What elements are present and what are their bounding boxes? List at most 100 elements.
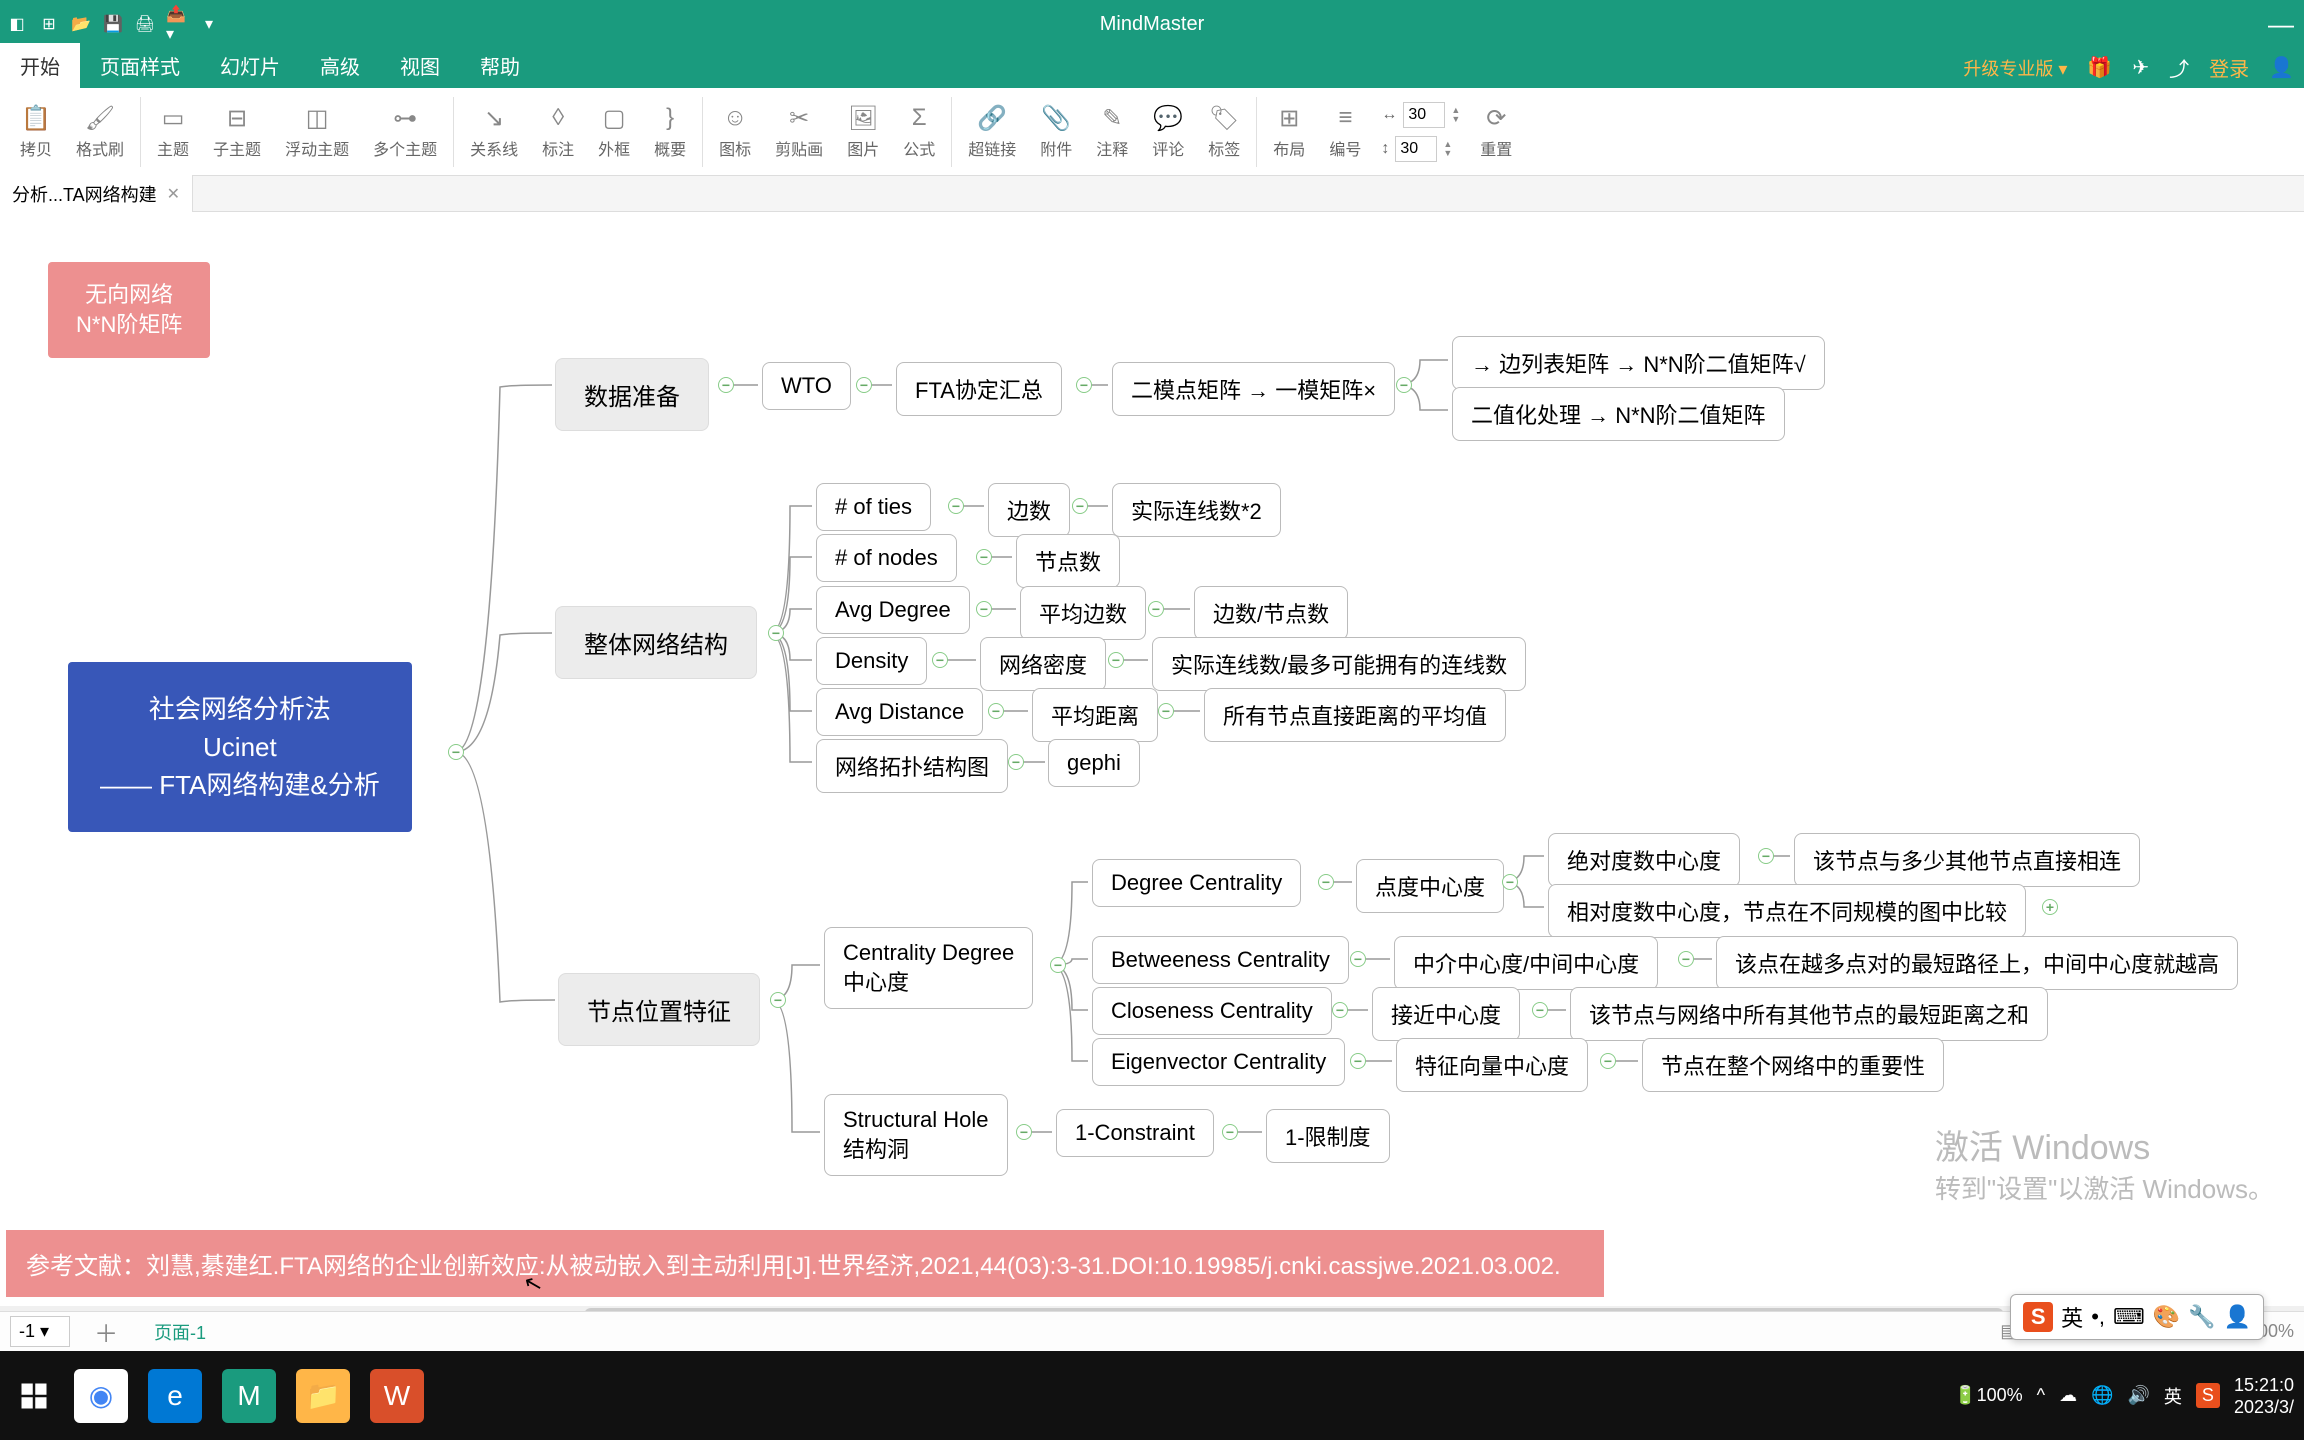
tray-network-icon[interactable]: 🌐 — [2091, 1385, 2113, 1406]
node-eigen2[interactable]: 特征向量中心度 — [1396, 1038, 1588, 1092]
node-avgdeg3[interactable]: 边数/节点数 — [1194, 586, 1348, 640]
export-icon[interactable]: 📤▾ — [166, 13, 188, 35]
tray-clock[interactable]: 15:21:02023/3/ — [2234, 1374, 2294, 1418]
node-degcent[interactable]: Degree Centrality — [1092, 859, 1301, 907]
expand-icon[interactable]: − — [718, 377, 734, 393]
node-density3[interactable]: 实际连线数/最多可能拥有的连线数 — [1152, 637, 1526, 691]
node-degcent2[interactable]: 点度中心度 — [1356, 859, 1504, 913]
tab-view[interactable]: 视图 — [380, 43, 460, 88]
rib-image[interactable]: 🖼图片 — [835, 104, 891, 160]
expand-icon[interactable]: − — [1008, 754, 1024, 770]
expand-icon[interactable]: − — [1148, 601, 1164, 617]
expand-icon[interactable]: − — [1222, 1124, 1238, 1140]
expand-icon[interactable]: − — [976, 549, 992, 565]
rib-link[interactable]: 🔗超链接 — [956, 104, 1028, 160]
node-twomode[interactable]: 二模点矩阵 → 一模矩阵× — [1112, 362, 1395, 416]
tray-sogou-icon[interactable]: S — [2196, 1383, 2220, 1408]
node-fta[interactable]: FTA协定汇总 — [896, 362, 1062, 416]
rib-multi[interactable]: ⊶多个主题 — [361, 104, 449, 160]
node-ties3[interactable]: 实际连线数*2 — [1112, 483, 1281, 537]
rib-topic[interactable]: ▭主题 — [145, 104, 201, 160]
ime-toolbar[interactable]: S 英 •, ⌨ 🎨 🔧 👤 — [2010, 1294, 2264, 1340]
start-button[interactable] — [14, 1376, 54, 1416]
node-cent[interactable]: Centrality Degree中心度 — [824, 927, 1033, 1009]
tray-cloud-icon[interactable]: ☁ — [2059, 1385, 2077, 1406]
rib-callout[interactable]: ◊标注 — [530, 104, 586, 160]
node-edge1[interactable]: → 边列表矩阵 → N*N阶二值矩阵√ — [1452, 336, 1825, 390]
expand-icon[interactable]: − — [770, 992, 786, 1008]
save-icon[interactable]: 💾 — [102, 13, 124, 35]
new-icon[interactable]: ⊞ — [38, 13, 60, 35]
node-hole[interactable]: Structural Hole结构洞 — [824, 1094, 1008, 1176]
expand-icon[interactable]: − — [1076, 377, 1092, 393]
rib-formula[interactable]: Σ公式 — [891, 104, 947, 160]
login-link[interactable]: 登录 — [2209, 53, 2249, 82]
taskbar-chrome[interactable]: ◉ — [74, 1369, 128, 1423]
send-icon[interactable]: ✈ — [2132, 55, 2149, 80]
node-avgdist3[interactable]: 所有节点直接距离的平均值 — [1204, 688, 1506, 742]
expand-icon[interactable]: − — [448, 744, 464, 760]
rib-relation[interactable]: ↘关系线 — [458, 104, 530, 160]
rib-clipart[interactable]: ✂剪贴画 — [763, 104, 835, 160]
expand-icon[interactable]: − — [1350, 951, 1366, 967]
node-avgdist2[interactable]: 平均距离 — [1032, 688, 1158, 742]
float-network[interactable]: 无向网络N*N阶矩阵 — [48, 262, 210, 358]
expand-icon[interactable]: − — [988, 703, 1004, 719]
hspace-stepper[interactable]: ▲▼ — [1451, 106, 1460, 124]
gift-icon[interactable]: 🎁 — [2087, 55, 2112, 80]
add-icon[interactable]: + — [2042, 899, 2058, 915]
rib-format[interactable]: 🖌格式刷 — [64, 104, 136, 160]
ime-skin-icon[interactable]: 🎨 — [2153, 1304, 2180, 1330]
rib-layout[interactable]: ⊞布局 — [1261, 104, 1317, 160]
expand-icon[interactable]: − — [1758, 848, 1774, 864]
node-betw[interactable]: Betweeness Centrality — [1092, 936, 1349, 984]
node-hole3[interactable]: 1-限制度 — [1266, 1109, 1390, 1163]
sogou-icon[interactable]: S — [2023, 1302, 2053, 1332]
dropdown-icon[interactable]: ▾ — [198, 13, 220, 35]
rib-comment[interactable]: 💬评论 — [1140, 104, 1196, 160]
root-node[interactable]: 社会网络分析法Ucinet—— FTA网络构建&分析 — [68, 662, 412, 832]
node-degcent5[interactable]: 相对度数中心度，节点在不同规模的图中比较 — [1548, 884, 2026, 938]
node-wto[interactable]: WTO — [762, 362, 851, 410]
expand-icon[interactable]: − — [1332, 1002, 1348, 1018]
taskbar-explorer[interactable]: 📁 — [296, 1369, 350, 1423]
add-page-button[interactable]: ＋ — [82, 1314, 130, 1349]
node-nodes2[interactable]: 节点数 — [1016, 534, 1120, 588]
rib-copy[interactable]: 📋拷贝 — [8, 104, 64, 160]
expand-icon[interactable]: − — [976, 601, 992, 617]
rib-note[interactable]: ✎注释 — [1084, 104, 1140, 160]
close-tab-icon[interactable]: ✕ — [167, 184, 180, 204]
node-avgdist[interactable]: Avg Distance — [816, 688, 983, 736]
page-select[interactable]: -1 ▾ — [10, 1316, 70, 1347]
rib-attach[interactable]: 📎附件 — [1028, 104, 1084, 160]
node-nodes[interactable]: # of nodes — [816, 534, 957, 582]
expand-icon[interactable]: − — [1678, 951, 1694, 967]
ime-keyboard-icon[interactable]: ⌨ — [2113, 1304, 2145, 1330]
node-gephi[interactable]: gephi — [1048, 739, 1140, 787]
node-dataprep[interactable]: 数据准备 — [555, 358, 709, 431]
rib-border[interactable]: ▢外框 — [586, 104, 642, 160]
node-nodepos[interactable]: 节点位置特征 — [558, 973, 760, 1046]
share-icon[interactable]: ⤴ — [2169, 53, 2189, 82]
node-betw2[interactable]: 中介中心度/中间中心度 — [1394, 936, 1658, 990]
expand-icon[interactable]: − — [1350, 1053, 1366, 1069]
expand-icon[interactable]: − — [948, 498, 964, 514]
upgrade-link[interactable]: 升级专业版 ▾ — [1963, 55, 2067, 81]
ime-lang[interactable]: 英 — [2061, 1301, 2083, 1333]
expand-icon[interactable]: − — [768, 625, 784, 641]
node-ties[interactable]: # of ties — [816, 483, 931, 531]
rib-summary[interactable]: }概要 — [642, 104, 698, 160]
expand-icon[interactable]: − — [1396, 377, 1412, 393]
node-degcent4[interactable]: 该节点与多少其他节点直接相连 — [1794, 833, 2140, 887]
taskbar-mindmaster[interactable]: M — [222, 1369, 276, 1423]
node-avgdeg2[interactable]: 平均边数 — [1020, 586, 1146, 640]
node-eigen[interactable]: Eigenvector Centrality — [1092, 1038, 1345, 1086]
minimize-button[interactable]: — — [2268, 9, 2294, 40]
taskbar-edge[interactable]: e — [148, 1369, 202, 1423]
rib-tag[interactable]: 🏷标签 — [1196, 104, 1252, 160]
node-topo[interactable]: 网络拓扑结构图 — [816, 739, 1008, 793]
tab-home[interactable]: 开始 — [0, 43, 80, 88]
expand-icon[interactable]: − — [1072, 498, 1088, 514]
open-icon[interactable]: 📂 — [70, 13, 92, 35]
ime-user-icon[interactable]: 👤 — [2224, 1304, 2251, 1330]
